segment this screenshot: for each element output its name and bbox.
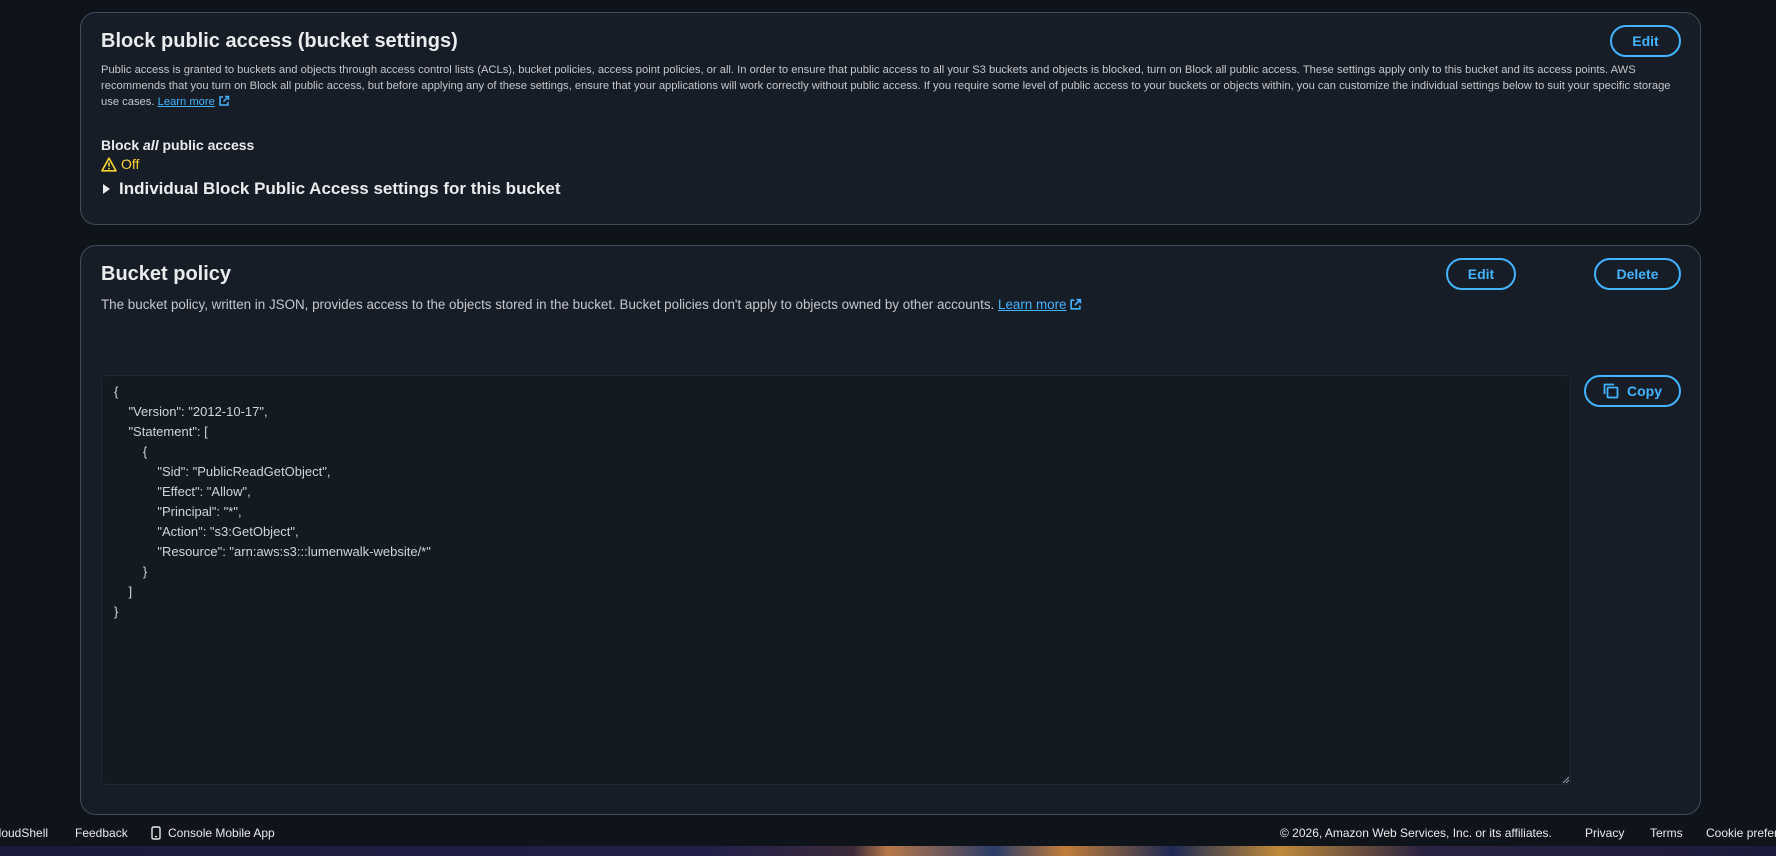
warning-icon (101, 156, 117, 172)
block-public-access-edit-button[interactable]: Edit (1610, 25, 1681, 57)
individual-settings-expander[interactable]: Individual Block Public Access settings … (103, 179, 560, 199)
block-public-access-title: Block public access (bucket settings) (101, 30, 458, 52)
mobile-phone-icon (151, 826, 161, 840)
desktop-background-strip (0, 846, 1776, 856)
bucket-policy-title: Bucket policy (101, 263, 232, 285)
block-public-access-description: Public access is granted to buckets and … (101, 62, 1686, 110)
block-public-access-learn-more-link[interactable]: Learn more (158, 96, 215, 108)
footer-privacy-link[interactable]: Privacy (1585, 826, 1624, 840)
bucket-policy-panel: Bucket policy Edit Delete The bucket pol… (80, 245, 1701, 815)
copy-icon (1603, 383, 1619, 399)
bucket-policy-edit-button[interactable]: Edit (1446, 258, 1516, 290)
status-text: Off (121, 156, 140, 172)
individual-settings-label: Individual Block Public Access settings … (119, 179, 561, 198)
external-link-icon (219, 95, 230, 106)
resize-handle-icon[interactable] (1562, 776, 1570, 784)
bucket-policy-delete-button[interactable]: Delete (1594, 258, 1681, 290)
bucket-policy-learn-more-link[interactable]: Learn more (998, 297, 1066, 312)
bucket-policy-description: The bucket policy, written in JSON, prov… (101, 296, 1082, 314)
console-footer: CloudShell Feedback Console Mobile App ©… (0, 820, 1776, 846)
block-public-access-description-text: Public access is granted to buckets and … (101, 64, 1671, 108)
block-all-public-access-status: Off (101, 156, 139, 172)
block-all-public-access-label: Block all public access (101, 137, 255, 153)
copy-label: Copy (1627, 383, 1662, 399)
footer-cloudshell-link[interactable]: CloudShell (0, 826, 48, 840)
footer-copyright: © 2026, Amazon Web Services, Inc. or its… (1280, 826, 1552, 840)
footer-mobile-app-link[interactable]: Console Mobile App (168, 826, 275, 840)
footer-terms-link[interactable]: Terms (1650, 826, 1683, 840)
footer-feedback-link[interactable]: Feedback (75, 826, 128, 840)
copy-policy-button[interactable]: Copy (1584, 375, 1681, 407)
external-link-icon (1070, 298, 1082, 310)
footer-cookie-preferences-link[interactable]: Cookie preferences (1706, 826, 1776, 840)
caret-right-icon (103, 184, 110, 194)
bucket-policy-description-text: The bucket policy, written in JSON, prov… (101, 297, 995, 312)
block-public-access-panel: Block public access (bucket settings) Ed… (80, 12, 1701, 225)
bucket-policy-code-viewer[interactable]: { "Version": "2012-10-17", "Statement": … (101, 375, 1571, 785)
